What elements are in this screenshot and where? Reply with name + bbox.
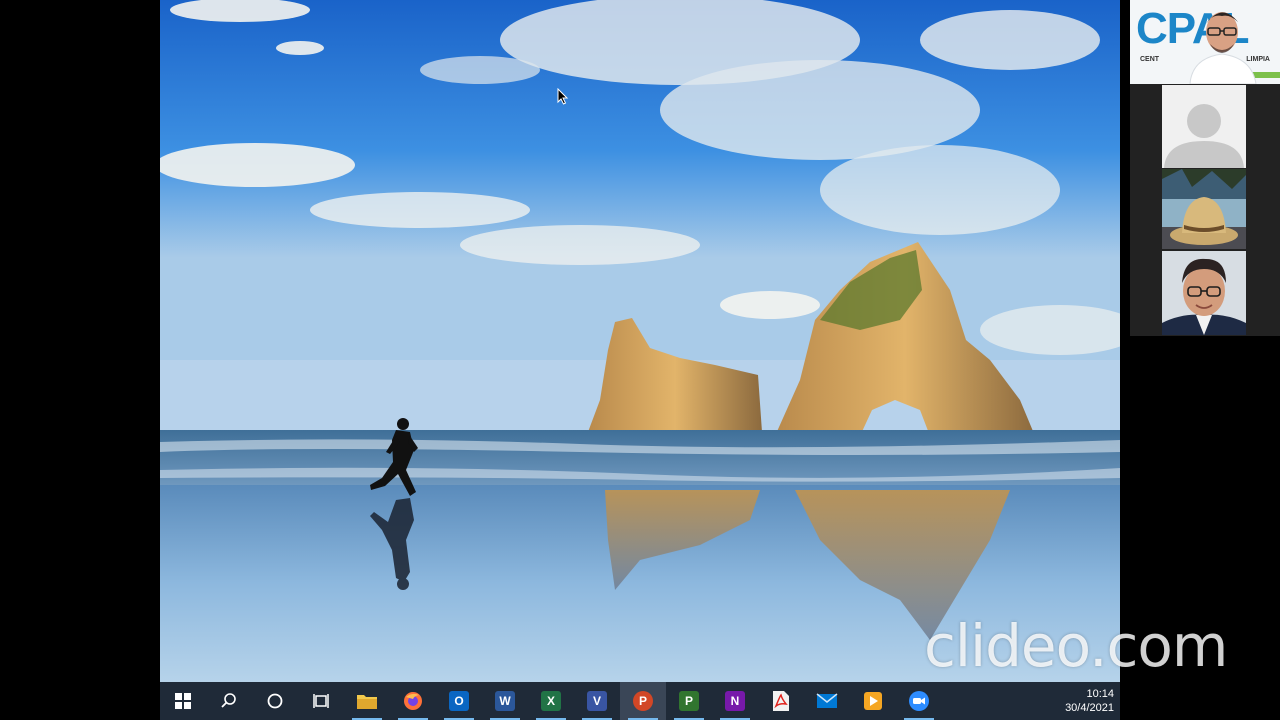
project-icon: P xyxy=(679,691,699,711)
outlook-icon: O xyxy=(449,691,469,711)
taskbar-app-word[interactable]: W xyxy=(482,682,528,720)
taskbar-app-project[interactable]: P xyxy=(666,682,712,720)
taskbar-app-powerpoint[interactable]: P xyxy=(620,682,666,720)
excel-icon: X xyxy=(541,691,561,711)
start-button[interactable] xyxy=(160,682,206,720)
participant-tile-man[interactable] xyxy=(1162,251,1246,335)
task-view-button[interactable] xyxy=(298,682,344,720)
participant-tile-no-video[interactable] xyxy=(1162,85,1246,168)
folder-icon xyxy=(357,695,377,709)
onenote-icon: N xyxy=(725,691,745,711)
taskbar-app-acrobat[interactable] xyxy=(758,682,804,720)
cortana-circle-icon xyxy=(267,693,283,709)
mouse-cursor-icon xyxy=(557,88,569,105)
powerpoint-icon: P xyxy=(633,691,653,711)
media-player-icon xyxy=(864,692,882,710)
clock-time: 10:14 xyxy=(1086,688,1114,700)
participant-tile-hat[interactable] xyxy=(1162,169,1246,249)
taskbar-app-visio[interactable]: V xyxy=(574,682,620,720)
cortana-button[interactable] xyxy=(252,682,298,720)
taskbar-app-outlook[interactable]: O xyxy=(436,682,482,720)
clock-date: 30/4/2021 xyxy=(1065,702,1114,714)
taskbar-app-mail[interactable] xyxy=(804,682,850,720)
taskbar-app-firefox[interactable] xyxy=(390,682,436,720)
desktop-wallpaper xyxy=(160,0,1120,682)
host-video-person xyxy=(1189,12,1280,84)
search-icon xyxy=(221,693,236,708)
taskbar-app-excel[interactable]: X xyxy=(528,682,574,720)
system-clock[interactable]: 10:14 30/4/2021 xyxy=(1050,682,1120,720)
firefox-icon xyxy=(404,692,422,710)
visio-icon: V xyxy=(587,691,607,711)
taskbar-app-onenote[interactable]: N xyxy=(712,682,758,720)
taskbar-app-media-player[interactable] xyxy=(850,682,896,720)
windows-logo-icon xyxy=(175,693,191,709)
task-view-icon xyxy=(313,694,329,708)
participant-hat-video xyxy=(1162,169,1246,249)
taskbar-app-zoom[interactable] xyxy=(896,682,942,720)
taskbar: O W X V P P N 10:14 30/4/2021 xyxy=(160,682,1120,720)
default-avatar-icon xyxy=(1162,85,1246,168)
mail-icon xyxy=(816,693,838,708)
watermark-text: clideo.com xyxy=(924,612,1228,680)
zoom-icon xyxy=(909,691,929,711)
participant-tile-host[interactable]: CPAL CENT LIMPIA xyxy=(1130,0,1280,84)
participant-man-video xyxy=(1162,251,1246,335)
word-icon: W xyxy=(495,691,515,711)
taskbar-app-file-explorer[interactable] xyxy=(344,682,390,720)
pdf-icon xyxy=(773,691,789,711)
wallpaper-scene xyxy=(160,0,1120,682)
search-button[interactable] xyxy=(206,682,252,720)
